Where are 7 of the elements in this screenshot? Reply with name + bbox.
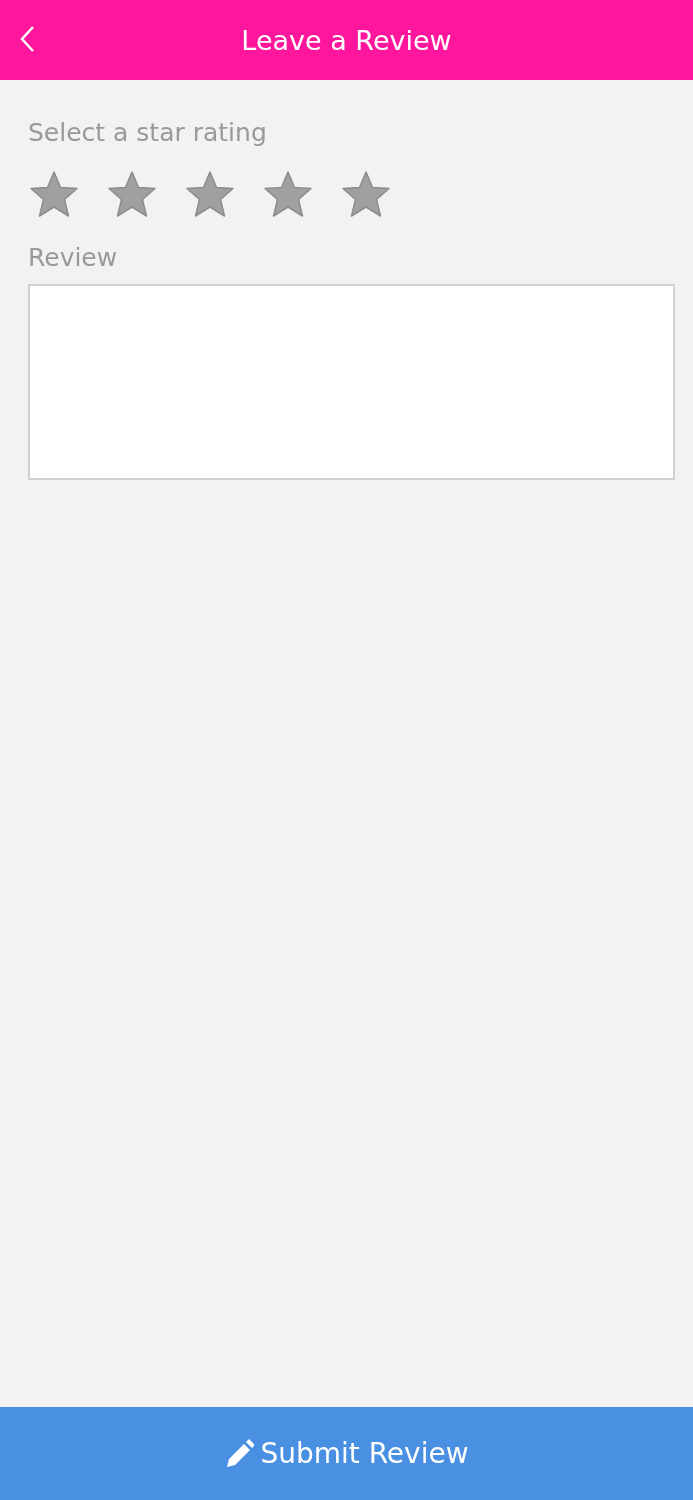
rating-label: Select a star rating [28,118,267,147]
back-icon [18,24,36,54]
page-title: Leave a Review [241,24,452,56]
review-field[interactable] [28,284,675,480]
review-label: Review [28,243,118,272]
pencil-icon [224,1438,255,1469]
submit-review-button[interactable]: Submit Review [0,1407,693,1500]
